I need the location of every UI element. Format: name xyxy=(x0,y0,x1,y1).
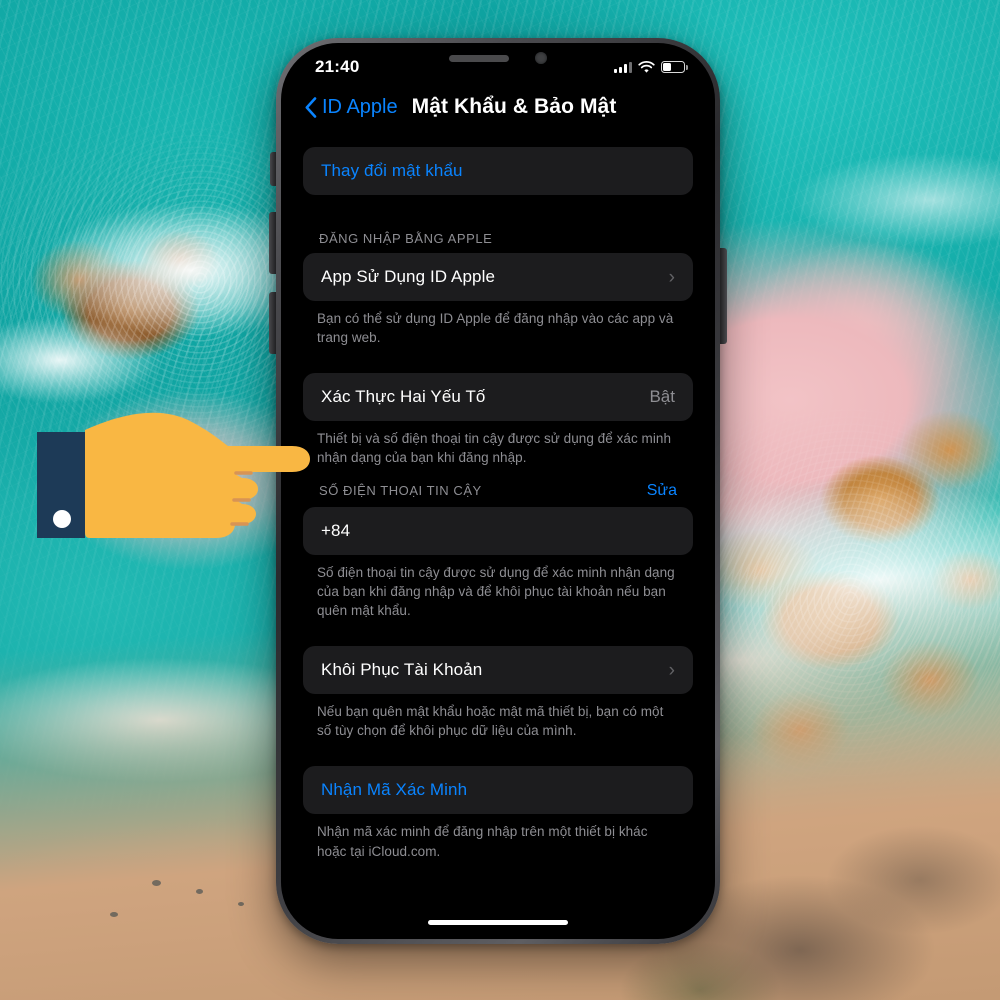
account-recovery-footnote: Nếu bạn quên mật khẩu hoặc mật mã thiết … xyxy=(317,704,664,739)
signin-section-header: ĐĂNG NHẬP BẰNG APPLE xyxy=(303,231,693,253)
shore-speck xyxy=(152,880,161,886)
get-verification-code-label: Nhận Mã Xác Minh xyxy=(321,780,468,800)
verification-code-footnote: Nhận mã xác minh để đăng nhập trên một t… xyxy=(317,824,648,859)
change-password-label: Thay đổi mật khẩu xyxy=(321,161,463,180)
two-factor-auth-footnote: Thiết bị và số điện thoại tin cậy được s… xyxy=(317,431,672,466)
earpiece-speaker-icon xyxy=(449,54,509,62)
battery-icon xyxy=(661,61,688,73)
status-bar-indicators xyxy=(614,60,688,74)
hand-shape xyxy=(85,412,310,538)
shore-speck xyxy=(196,889,203,894)
navigation-bar: ID Apple Mật Khẩu & Bảo Mật xyxy=(281,87,715,133)
shore-speck xyxy=(110,912,118,917)
trusted-phone-section-header: SỐ ĐIỆN THOẠI TIN CẬY Sửa xyxy=(303,482,693,507)
chevron-right-icon: › xyxy=(668,659,675,681)
iphone-device-frame: 21:40 ID Apple Mật Khẩu & Bảo Mật Thay đ… xyxy=(276,38,720,944)
settings-content: Thay đổi mật khẩu ĐĂNG NHẬP BẰNG APPLE A… xyxy=(281,133,715,861)
status-bar-clock: 21:40 xyxy=(315,57,360,76)
trusted-phone-footnote: Số điện thoại tin cậy được sử dụng để xá… xyxy=(317,564,675,618)
signin-section-footnote: Bạn có thể sử dụng ID Apple để đăng nhập… xyxy=(317,311,674,346)
device-notch xyxy=(404,43,592,75)
trusted-phone-section-header-label: SỐ ĐIỆN THOẠI TIN CẬY xyxy=(319,483,482,499)
apps-using-apple-id-label: App Sử Dụng ID Apple xyxy=(321,267,496,286)
chevron-left-icon xyxy=(305,96,317,118)
back-button-label: ID Apple xyxy=(322,95,398,118)
two-factor-auth-row[interactable]: Xác Thực Hai Yếu Tố Bật xyxy=(303,373,693,422)
page-title: Mật Khẩu & Bảo Mật xyxy=(411,95,617,118)
two-factor-auth-label: Xác Thực Hai Yếu Tố xyxy=(321,387,486,407)
account-recovery-row[interactable]: Khôi Phục Tài Khoản › xyxy=(303,646,693,695)
back-button[interactable]: ID Apple xyxy=(305,96,398,119)
apps-using-apple-id-row[interactable]: App Sử Dụng ID Apple › xyxy=(303,253,693,301)
change-password-row[interactable]: Thay đổi mật khẩu xyxy=(303,147,693,195)
shore-speck xyxy=(238,902,244,906)
two-factor-auth-status: Bật xyxy=(649,387,675,407)
sleeve-dot xyxy=(53,510,71,528)
trusted-phone-number-row[interactable]: +84 xyxy=(303,506,693,555)
iphone-screen: 21:40 ID Apple Mật Khẩu & Bảo Mật Thay đ… xyxy=(281,43,715,939)
power-button[interactable] xyxy=(719,248,727,344)
wifi-icon xyxy=(638,60,655,73)
home-indicator[interactable] xyxy=(428,919,568,925)
account-recovery-label: Khôi Phục Tài Khoản xyxy=(321,660,483,680)
cellular-signal-icon xyxy=(614,61,632,73)
get-verification-code-row[interactable]: Nhận Mã Xác Minh xyxy=(303,766,693,815)
pointing-hand-icon xyxy=(30,412,330,552)
chevron-right-icon: › xyxy=(668,266,675,288)
signin-section-header-label: ĐĂNG NHẬP BẰNG APPLE xyxy=(319,231,493,246)
front-camera-icon xyxy=(535,52,547,64)
edit-trusted-phone-button[interactable]: Sửa xyxy=(647,482,677,500)
